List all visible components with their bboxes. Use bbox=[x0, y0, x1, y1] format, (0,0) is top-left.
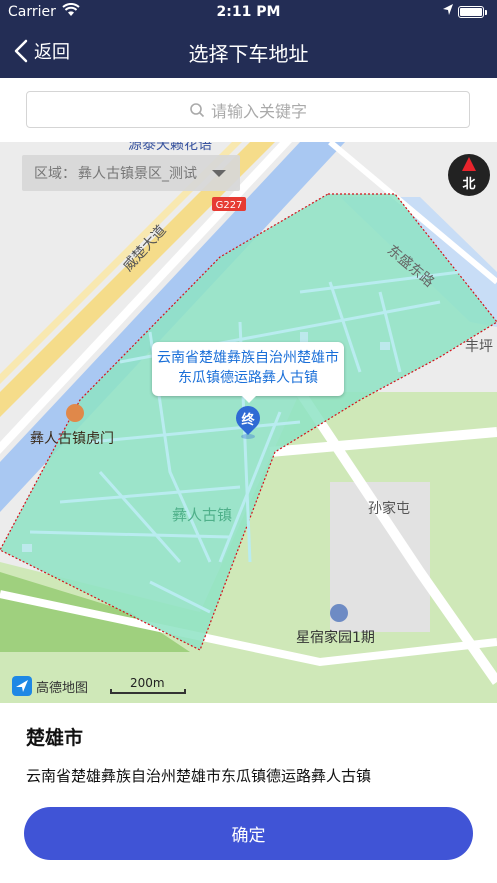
amap-logo: 高德地图 bbox=[12, 676, 88, 696]
marker-shadow bbox=[241, 434, 255, 439]
map-label-sunjiatun: 孙家屯 bbox=[368, 501, 410, 517]
scale-bar bbox=[110, 689, 186, 694]
confirm-button[interactable]: 确定 bbox=[24, 807, 473, 860]
scale-label: 200m bbox=[130, 676, 165, 690]
g227-label: G227 bbox=[216, 200, 243, 211]
region-prefix: 区域： bbox=[34, 166, 76, 182]
map-label-tiger-gate: 彝人古镇虎门 bbox=[30, 431, 114, 447]
status-bar: Carrier 2:11 PM bbox=[0, 0, 497, 24]
compass-button[interactable]: 北 bbox=[448, 154, 490, 196]
region-dropdown[interactable]: 区域： 彝人古镇景区_测试 bbox=[22, 155, 240, 191]
amap-logo-icon bbox=[12, 676, 32, 696]
battery-icon bbox=[458, 6, 487, 18]
full-address: 云南省楚雄彝族自治州楚雄市东瓜镇德运路彝人古镇 bbox=[26, 767, 372, 785]
tiger-gate-poi-icon bbox=[66, 404, 84, 422]
region-value: 彝人古镇景区_测试 bbox=[78, 166, 197, 182]
map-label-xingsu: 星宿家园1期 bbox=[296, 630, 375, 646]
map-label-top-poi: 源泰天籁花语 bbox=[128, 142, 212, 153]
search-area: 请输入关键字 bbox=[0, 78, 497, 142]
nav-bar: 返回 选择下车地址 bbox=[0, 24, 497, 78]
map-label-yiren-town: 彝人古镇 bbox=[172, 506, 233, 524]
compass-north-label: 北 bbox=[462, 177, 476, 192]
amap-logo-text: 高德地图 bbox=[36, 680, 89, 696]
search-icon bbox=[190, 102, 205, 117]
destination-marker[interactable]: 终 bbox=[231, 401, 265, 440]
map-view[interactable]: G227 源泰天籁花语 威楚大道 东盛东路 丰坪 彝人古镇虎门 彝人古镇 孙家屯… bbox=[0, 142, 497, 703]
page-title: 选择下车地址 bbox=[188, 42, 309, 66]
caret-down-icon bbox=[212, 170, 226, 177]
map-label-fengping: 丰坪 bbox=[465, 339, 493, 355]
address-bubble: 云南省楚雄彝族自治州楚雄市东瓜镇德运路彝人古镇 bbox=[152, 342, 344, 403]
location-arrow-icon bbox=[442, 3, 454, 21]
search-placeholder: 请输入关键字 bbox=[210, 101, 307, 121]
address-info-panel: 楚雄市 云南省楚雄彝族自治州楚雄市东瓜镇德运路彝人古镇 确定 bbox=[0, 703, 497, 883]
search-input[interactable]: 请输入关键字 bbox=[26, 91, 470, 128]
clock: 2:11 PM bbox=[216, 4, 281, 20]
compass-needle-icon bbox=[462, 157, 476, 171]
end-marker-label: 终 bbox=[241, 413, 255, 428]
residence-poi-icon bbox=[330, 604, 348, 622]
city-name: 楚雄市 bbox=[26, 727, 84, 749]
